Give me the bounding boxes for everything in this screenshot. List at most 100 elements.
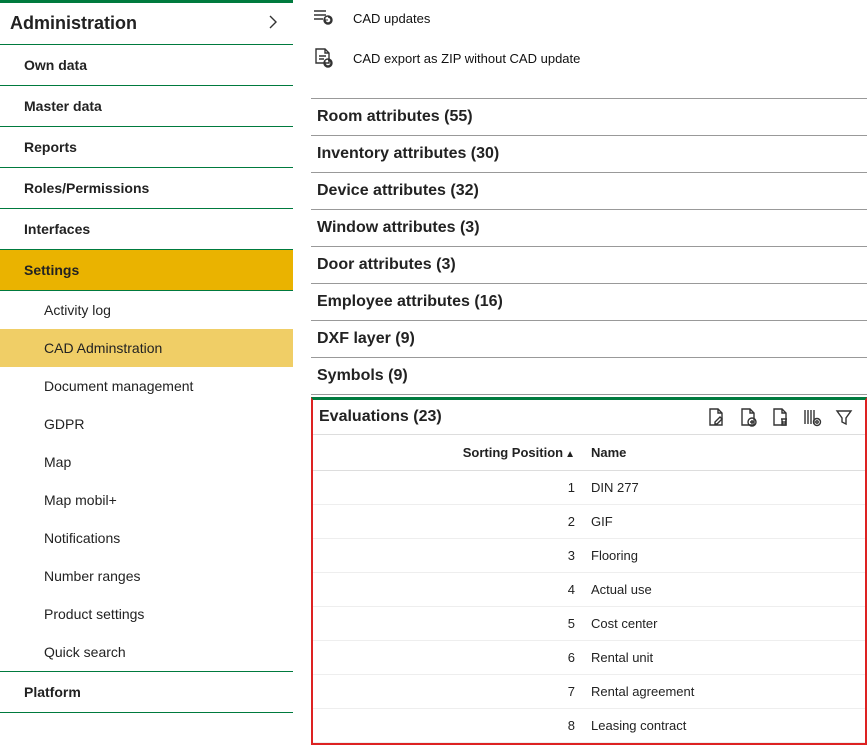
sidebar-sub-quick-search[interactable]: Quick search: [0, 633, 293, 672]
col-sorting-position[interactable]: Sorting Position▲: [313, 435, 583, 471]
sidebar-item-settings[interactable]: Settings: [0, 250, 293, 291]
evaluations-toolbar: [705, 406, 855, 428]
section-employee-attributes[interactable]: Employee attributes (16): [311, 283, 867, 320]
cell-name: GIF: [583, 505, 865, 539]
sidebar: Administration Own data Master data Repo…: [0, 0, 293, 745]
sidebar-item-label: Quick search: [44, 644, 126, 660]
sidebar-item-label: Platform: [24, 684, 81, 700]
table-row[interactable]: 6Rental unit: [313, 641, 865, 675]
section-label: DXF layer (9): [317, 330, 415, 347]
section-label: Inventory attributes (30): [317, 145, 499, 162]
evaluations-panel: Evaluations (23): [311, 397, 867, 745]
sidebar-sub-map[interactable]: Map: [0, 443, 293, 481]
sidebar-item-label: Map mobil+: [44, 492, 117, 508]
section-label: Room attributes (55): [317, 108, 473, 125]
table-header-row: Sorting Position▲ Name: [313, 435, 865, 471]
cell-sorting-position: 8: [313, 709, 583, 743]
sidebar-item-label: Interfaces: [24, 221, 90, 237]
filter-icon[interactable]: [833, 406, 855, 428]
evaluations-table: Sorting Position▲ Name 1DIN 2772GIF3Floo…: [313, 434, 865, 743]
table-row[interactable]: 3Flooring: [313, 539, 865, 573]
section-window-attributes[interactable]: Window attributes (3): [311, 209, 867, 246]
sort-asc-icon: ▲: [565, 449, 575, 460]
section-symbols[interactable]: Symbols (9): [311, 357, 867, 395]
sidebar-sub-document-management[interactable]: Document management: [0, 367, 293, 405]
cell-sorting-position: 1: [313, 471, 583, 505]
cell-sorting-position: 3: [313, 539, 583, 573]
section-device-attributes[interactable]: Device attributes (32): [311, 172, 867, 209]
sidebar-item-master-data[interactable]: Master data: [0, 86, 293, 127]
sidebar-sub-number-ranges[interactable]: Number ranges: [0, 557, 293, 595]
sidebar-item-label: Master data: [24, 98, 102, 114]
sidebar-item-interfaces[interactable]: Interfaces: [0, 209, 293, 250]
sidebar-item-label: Own data: [24, 57, 87, 73]
sidebar-item-platform[interactable]: Platform: [0, 672, 293, 713]
sidebar-item-own-data[interactable]: Own data: [0, 45, 293, 86]
sidebar-sub-activity-log[interactable]: Activity log: [0, 291, 293, 329]
sidebar-item-label: Activity log: [44, 302, 111, 318]
section-door-attributes[interactable]: Door attributes (3): [311, 246, 867, 283]
section-label: Door attributes (3): [317, 256, 456, 273]
sidebar-item-roles-permissions[interactable]: Roles/Permissions: [0, 168, 293, 209]
main-content: CAD updates CAD export as ZIP without CA…: [293, 0, 867, 745]
sidebar-item-label: Notifications: [44, 530, 120, 546]
col-label: Sorting Position: [463, 445, 563, 460]
cell-name: Rental unit: [583, 641, 865, 675]
sidebar-item-label: CAD Adminstration: [44, 340, 162, 356]
cell-name: Cost center: [583, 607, 865, 641]
nav-title: Administration: [10, 13, 137, 34]
table-row[interactable]: 8Leasing contract: [313, 709, 865, 743]
cell-name: DIN 277: [583, 471, 865, 505]
evaluations-title: Evaluations (23): [319, 408, 442, 426]
section-label: Symbols (9): [317, 367, 408, 384]
cell-sorting-position: 7: [313, 675, 583, 709]
sidebar-sub-notifications[interactable]: Notifications: [0, 519, 293, 557]
section-room-attributes[interactable]: Room attributes (55): [311, 98, 867, 135]
sidebar-item-label: Roles/Permissions: [24, 180, 149, 196]
sidebar-sub-map-mobil[interactable]: Map mobil+: [0, 481, 293, 519]
action-cad-export-zip[interactable]: CAD export as ZIP without CAD update: [311, 40, 867, 80]
section-dxf-layer[interactable]: DXF layer (9): [311, 320, 867, 357]
cell-sorting-position: 2: [313, 505, 583, 539]
add-icon[interactable]: [737, 406, 759, 428]
sidebar-item-label: Product settings: [44, 606, 144, 622]
table-row[interactable]: 4Actual use: [313, 573, 865, 607]
table-row[interactable]: 7Rental agreement: [313, 675, 865, 709]
sidebar-item-reports[interactable]: Reports: [0, 127, 293, 168]
cell-name: Leasing contract: [583, 709, 865, 743]
table-row[interactable]: 1DIN 277: [313, 471, 865, 505]
col-label: Name: [591, 445, 626, 460]
chevron-right-icon: [267, 13, 279, 34]
sidebar-item-label: Settings: [24, 262, 79, 278]
sidebar-sub-cad-administration[interactable]: CAD Adminstration: [0, 329, 293, 367]
section-label: Window attributes (3): [317, 219, 480, 236]
sidebar-item-label: Map: [44, 454, 71, 470]
nav-header[interactable]: Administration: [0, 0, 293, 45]
sidebar-item-label: Number ranges: [44, 568, 141, 584]
col-name[interactable]: Name: [583, 435, 865, 471]
delete-icon[interactable]: [769, 406, 791, 428]
cell-sorting-position: 4: [313, 573, 583, 607]
section-inventory-attributes[interactable]: Inventory attributes (30): [311, 135, 867, 172]
sidebar-item-label: Reports: [24, 139, 77, 155]
list-refresh-icon: [311, 6, 335, 30]
cell-name: Actual use: [583, 573, 865, 607]
columns-settings-icon[interactable]: [801, 406, 823, 428]
sidebar-item-label: Document management: [44, 378, 193, 394]
edit-icon[interactable]: [705, 406, 727, 428]
cell-name: Flooring: [583, 539, 865, 573]
sidebar-item-label: GDPR: [44, 416, 84, 432]
action-label: CAD updates: [353, 11, 430, 26]
cell-sorting-position: 6: [313, 641, 583, 675]
sidebar-sub-product-settings[interactable]: Product settings: [0, 595, 293, 633]
action-label: CAD export as ZIP without CAD update: [353, 51, 580, 66]
table-row[interactable]: 2GIF: [313, 505, 865, 539]
document-refresh-icon: [311, 46, 335, 70]
section-label: Device attributes (32): [317, 182, 479, 199]
cell-name: Rental agreement: [583, 675, 865, 709]
sidebar-sub-gdpr[interactable]: GDPR: [0, 405, 293, 443]
action-cad-updates[interactable]: CAD updates: [311, 0, 867, 40]
section-label: Employee attributes (16): [317, 293, 503, 310]
cell-sorting-position: 5: [313, 607, 583, 641]
table-row[interactable]: 5Cost center: [313, 607, 865, 641]
